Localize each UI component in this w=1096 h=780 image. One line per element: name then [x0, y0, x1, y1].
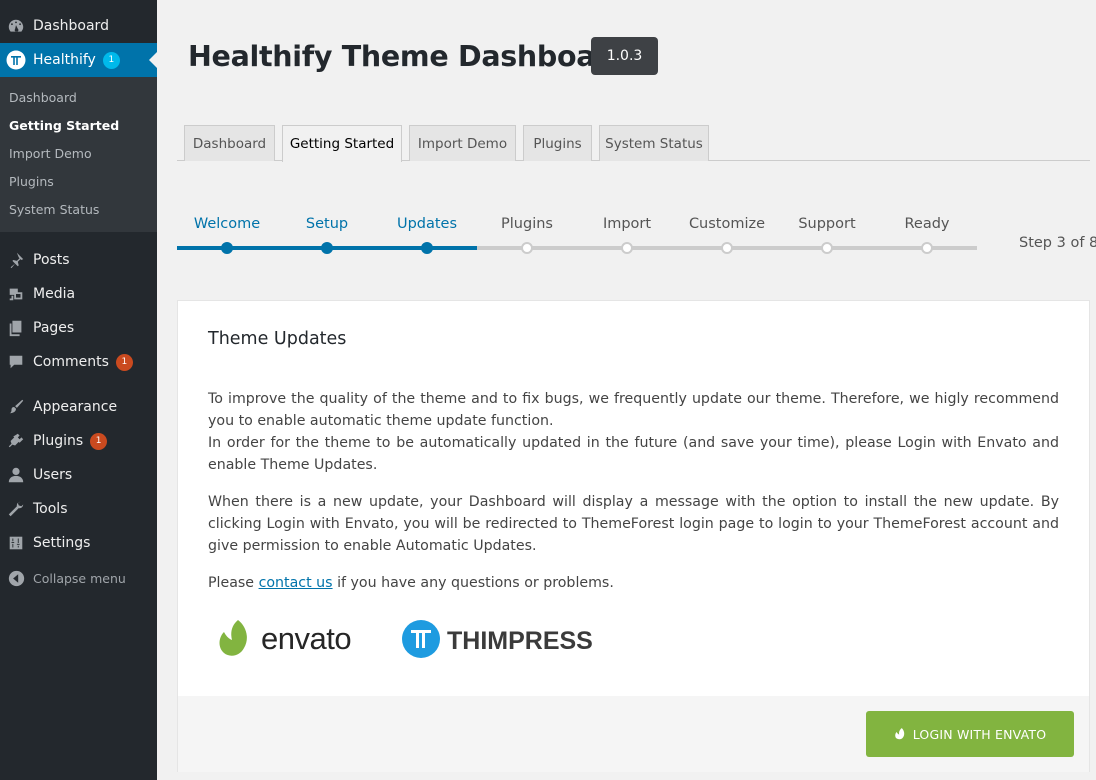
collapse-icon: [6, 570, 26, 587]
menu-plugins[interactable]: Plugins 1: [0, 424, 157, 458]
paragraph-login-info: In order for the theme to be automatical…: [208, 435, 1059, 473]
menu-pages-label: Pages: [33, 320, 75, 336]
settings-icon: [6, 533, 26, 553]
step-dot-customize: [721, 242, 733, 254]
login-with-envato-button[interactable]: LOGIN WITH ENVATO: [866, 711, 1074, 757]
partner-logos: envato THIMPRESS: [216, 616, 616, 661]
healthify-submenu: Dashboard Getting Started Import Demo Pl…: [0, 77, 157, 232]
plugins-badge: 1: [90, 432, 108, 450]
menu-dashboard-label: Dashboard: [33, 18, 109, 34]
menu-posts-label: Posts: [33, 252, 70, 268]
card-footer: LOGIN WITH ENVATO: [178, 696, 1089, 772]
menu-media[interactable]: Media: [0, 277, 157, 311]
contact-prefix: Please: [208, 575, 259, 591]
menu-tools-label: Tools: [33, 501, 68, 517]
menu-tools[interactable]: Tools: [0, 492, 157, 526]
step-setup[interactable]: Setup: [306, 216, 348, 232]
step-welcome[interactable]: Welcome: [194, 216, 260, 232]
submenu-dashboard[interactable]: Dashboard: [9, 90, 77, 105]
current-arrow: [149, 52, 157, 68]
submenu-getting-started[interactable]: Getting Started: [9, 118, 119, 133]
pin-icon: [6, 250, 26, 270]
collapse-menu-button[interactable]: Collapse menu: [0, 566, 157, 590]
contact-us-link[interactable]: contact us: [259, 575, 333, 591]
step-dot-ready: [921, 242, 933, 254]
tab-import-demo[interactable]: Import Demo: [409, 125, 516, 161]
menu-healthify-label: Healthify: [33, 52, 96, 68]
menu-users[interactable]: Users: [0, 458, 157, 492]
version-badge: 1.0.3: [591, 37, 658, 75]
menu-settings-label: Settings: [33, 535, 91, 551]
logos-svg: envato THIMPRESS: [219, 620, 593, 658]
contact-suffix: if you have any questions or problems.: [332, 575, 614, 591]
setup-steps: Welcome Setup Updates Plugins Import Cus…: [177, 210, 1090, 260]
step-ready[interactable]: Ready: [904, 216, 949, 232]
submenu-import-demo[interactable]: Import Demo: [9, 146, 92, 161]
card-title: Theme Updates: [208, 329, 347, 349]
submenu-system-status[interactable]: System Status: [9, 202, 99, 217]
envato-leaf-icon: [894, 727, 907, 741]
paragraph-update-info: When there is a new update, your Dashboa…: [208, 494, 1059, 554]
menu-healthify[interactable]: Healthify 1: [0, 43, 157, 77]
comments-icon: [6, 352, 26, 372]
step-dot-welcome: [221, 242, 233, 254]
page-title: Healthify Theme Dashboard: [188, 40, 630, 73]
menu-users-label: Users: [33, 467, 73, 483]
paragraph-intro: To improve the quality of the theme and …: [208, 391, 1059, 429]
pages-icon: [6, 318, 26, 338]
menu-dashboard[interactable]: Dashboard: [0, 9, 157, 43]
thimpress-logo: THIMPRESS: [402, 620, 593, 658]
menu-comments-label: Comments: [33, 354, 109, 370]
wrench-icon: [6, 499, 26, 519]
plugin-icon: [6, 431, 26, 451]
step-dot-setup: [321, 242, 333, 254]
envato-logo: envato: [219, 620, 352, 656]
menu-plugins-label: Plugins: [33, 433, 84, 449]
tab-system-status[interactable]: System Status: [599, 125, 709, 161]
thimpress-icon: [6, 50, 26, 70]
media-icon: [6, 284, 26, 304]
menu-comments[interactable]: Comments 1: [0, 345, 157, 379]
collapse-menu-label: Collapse menu: [33, 570, 126, 586]
healthify-badge: 1: [102, 51, 120, 69]
admin-sidebar: Dashboard Healthify 1 Dashboard Getting …: [0, 0, 157, 780]
step-customize[interactable]: Customize: [689, 216, 765, 232]
menu-settings[interactable]: Settings: [0, 526, 157, 560]
svg-text:THIMPRESS: THIMPRESS: [447, 627, 593, 655]
step-dot-import: [621, 242, 633, 254]
dashboard-tabs: Dashboard Getting Started Import Demo Pl…: [177, 125, 1090, 162]
menu-appearance-label: Appearance: [33, 399, 118, 415]
menu-pages[interactable]: Pages: [0, 311, 157, 345]
tab-dashboard[interactable]: Dashboard: [184, 125, 275, 161]
submenu-plugins[interactable]: Plugins: [9, 174, 54, 189]
step-import[interactable]: Import: [603, 216, 651, 232]
user-icon: [6, 465, 26, 485]
comments-badge: 1: [115, 353, 133, 371]
step-counter: Step 3 of 8: [1019, 235, 1096, 251]
step-updates[interactable]: Updates: [397, 216, 457, 232]
step-dot-plugins: [521, 242, 533, 254]
paintbrush-icon: [6, 397, 26, 417]
tab-plugins[interactable]: Plugins: [523, 125, 592, 161]
theme-updates-card: Theme Updates To improve the quality of …: [177, 300, 1090, 772]
menu-media-label: Media: [33, 286, 76, 302]
dashboard-icon: [6, 16, 26, 36]
step-dot-support: [821, 242, 833, 254]
step-plugins[interactable]: Plugins: [501, 216, 553, 232]
svg-text:envato: envato: [261, 621, 351, 656]
step-dot-updates: [421, 242, 433, 254]
paragraph-contact: Please contact us if you have any questi…: [208, 572, 1059, 594]
menu-posts[interactable]: Posts: [0, 243, 157, 277]
menu-appearance[interactable]: Appearance: [0, 390, 157, 424]
step-support[interactable]: Support: [798, 216, 855, 232]
tab-getting-started[interactable]: Getting Started: [282, 125, 402, 162]
login-button-label: LOGIN WITH ENVATO: [912, 726, 1047, 742]
